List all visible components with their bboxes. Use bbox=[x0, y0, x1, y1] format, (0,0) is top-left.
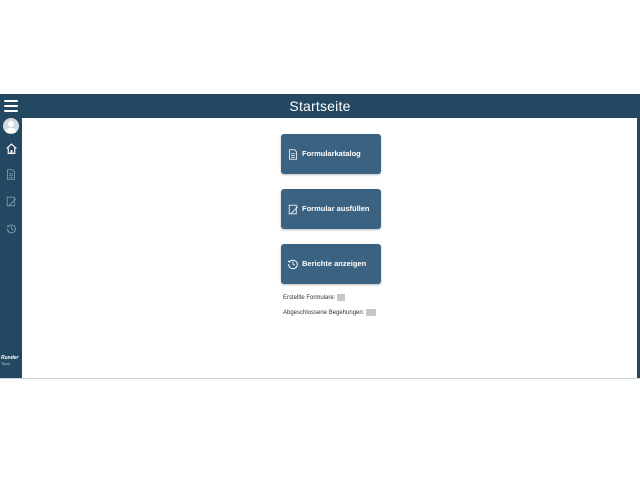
created-forms-stat: Erstellte Formulare: 00 bbox=[283, 294, 345, 301]
document-icon[interactable] bbox=[3, 166, 19, 182]
document-icon bbox=[285, 146, 301, 162]
history-icon[interactable] bbox=[3, 220, 19, 236]
completed-inspections-stat: Abgeschlossene Begehungen: 000 bbox=[283, 309, 377, 317]
avatar[interactable] bbox=[3, 118, 19, 134]
edit-form-icon[interactable] bbox=[3, 193, 19, 209]
home-icon[interactable] bbox=[3, 140, 19, 156]
created-forms-value: 00 bbox=[337, 294, 345, 301]
edit-form-icon bbox=[285, 201, 301, 217]
completed-inspections-value: 000 bbox=[366, 309, 377, 316]
sidebar: Runder Tisch bbox=[0, 118, 22, 379]
show-reports-label: Berichte anzeigen bbox=[302, 259, 367, 268]
app-window: Startseite Runder Tisch Formularkatalog … bbox=[0, 94, 640, 379]
fill-form-label: Formular ausfüllen bbox=[302, 204, 370, 213]
page-title: Startseite bbox=[289, 98, 351, 114]
show-reports-button[interactable]: Berichte anzeigen bbox=[281, 244, 381, 284]
form-catalog-label: Formularkatalog bbox=[302, 149, 361, 158]
created-forms-label: Erstellte Formulare: bbox=[283, 295, 336, 302]
sidebar-logo: Runder Tisch bbox=[1, 355, 19, 367]
fill-form-button[interactable]: Formular ausfüllen bbox=[281, 189, 381, 229]
top-bar: Startseite bbox=[0, 94, 640, 118]
bottom-divider bbox=[0, 378, 640, 379]
history-icon bbox=[285, 256, 301, 272]
completed-inspections-label: Abgeschlossene Begehungen: bbox=[283, 310, 365, 317]
form-catalog-button[interactable]: Formularkatalog bbox=[281, 134, 381, 174]
